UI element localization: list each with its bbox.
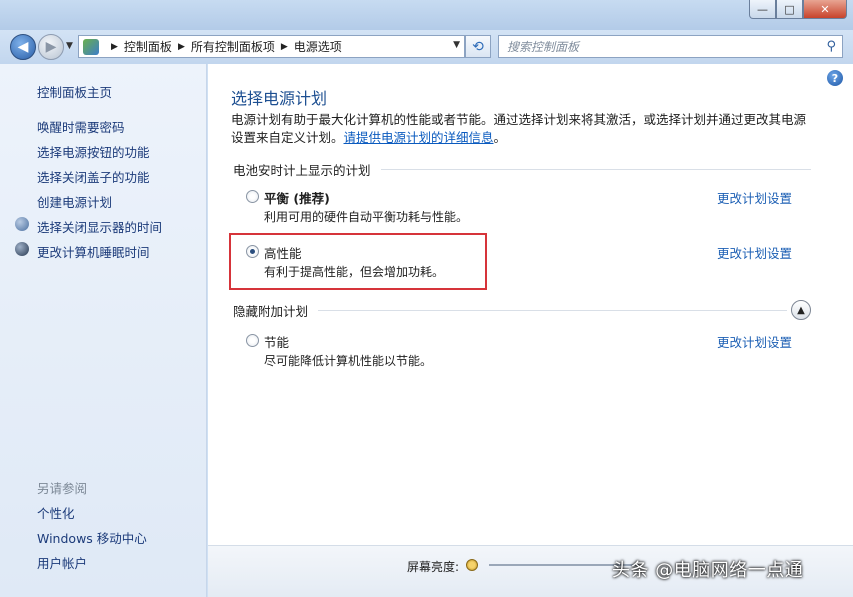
sidebar: 控制面板主页 唤醒时需要密码 选择电源按钮的功能 选择关闭盖子的功能 创建电源计… xyxy=(0,64,207,597)
watermark: 头条 @电脑网络一点通 xyxy=(612,560,804,581)
plan-description: 有利于提高性能，但会增加功耗。 xyxy=(264,265,445,279)
sidebar-item-lid-close[interactable]: 选择关闭盖子的功能 xyxy=(37,167,150,186)
help-icon[interactable]: ? xyxy=(827,70,843,86)
monitor-icon xyxy=(15,217,29,231)
minimize-button[interactable]: — xyxy=(749,0,776,19)
breadcrumb-power-options[interactable]: 电源选项 xyxy=(294,38,342,55)
main-content: ? 选择电源计划 电源计划有助于最大化计算机的性能或者节能。通过选择计划来将其激… xyxy=(208,64,853,597)
search-box[interactable]: ⚲ xyxy=(498,35,843,58)
plan-radio-balanced[interactable] xyxy=(246,190,259,203)
page-title: 选择电源计划 xyxy=(231,89,328,108)
refresh-button[interactable]: ⟲ xyxy=(465,35,491,58)
moon-icon xyxy=(15,242,29,256)
chevron-down-icon: ▼ xyxy=(66,41,73,51)
see-also-user-accounts[interactable]: 用户帐户 xyxy=(37,553,87,572)
divider xyxy=(380,168,811,170)
forward-button[interactable]: ▶ xyxy=(38,34,64,60)
window-controls: — □ ✕ xyxy=(749,0,847,19)
chevron-right-icon[interactable]: ▶ xyxy=(111,42,118,52)
collapse-button[interactable]: ▲ xyxy=(791,300,811,320)
chevron-up-icon: ▲ xyxy=(797,304,805,316)
search-icon[interactable]: ⚲ xyxy=(826,39,836,54)
brightness-low-icon xyxy=(466,559,478,571)
plan-radio-power-saver[interactable] xyxy=(246,334,259,347)
back-button[interactable]: ◀ xyxy=(10,34,36,60)
description-end: 。 xyxy=(493,130,507,145)
section-label: 隐藏附加计划 xyxy=(233,303,309,319)
description-text: 电源计划有助于最大化计算机的性能或者节能。通过选择计划来将其激活，或选择计划并通… xyxy=(231,112,807,145)
breadcrumb-control-panel[interactable]: 控制面板 xyxy=(124,38,172,55)
battery-plans-section: 电池安时计上显示的计划 xyxy=(233,162,811,178)
search-input[interactable] xyxy=(507,39,807,54)
refresh-icon: ⟲ xyxy=(472,38,484,55)
divider xyxy=(318,309,787,311)
title-bar: — □ ✕ xyxy=(0,0,853,30)
see-also-personalization[interactable]: 个性化 xyxy=(37,503,75,522)
plan-details-link[interactable]: 请提供电源计划的详细信息 xyxy=(344,130,494,145)
chevron-right-icon[interactable]: ▶ xyxy=(178,42,185,52)
sidebar-item-create-plan[interactable]: 创建电源计划 xyxy=(37,192,112,211)
sidebar-item-wake-password[interactable]: 唤醒时需要密码 xyxy=(37,117,125,136)
navigation-bar: ◀ ▶ ▼ ▶ 控制面板 ▶ 所有控制面板项 ▶ 电源选项 ▼ ⟲ ⚲ xyxy=(0,30,853,64)
breadcrumb-all-items[interactable]: 所有控制面板项 xyxy=(191,38,275,55)
see-also-mobility-center[interactable]: Windows 移动中心 xyxy=(37,528,147,547)
plan-name[interactable]: 节能 xyxy=(264,332,289,351)
breadcrumb: ▶ 控制面板 ▶ 所有控制面板项 ▶ 电源选项 xyxy=(105,38,342,55)
close-button[interactable]: ✕ xyxy=(803,0,847,19)
sidebar-item-sleep-time[interactable]: 更改计算机睡眠时间 xyxy=(37,242,150,261)
maximize-button[interactable]: □ xyxy=(776,0,803,19)
chevron-right-icon[interactable]: ▶ xyxy=(281,42,288,52)
plan-name[interactable]: 高性能 xyxy=(264,243,302,262)
change-plan-settings-link[interactable]: 更改计划设置 xyxy=(717,188,792,207)
section-label: 电池安时计上显示的计划 xyxy=(233,162,371,178)
plan-radio-high-performance[interactable] xyxy=(246,245,259,258)
plan-description: 尽可能降低计算机性能以节能。 xyxy=(264,354,433,368)
page-description: 电源计划有助于最大化计算机的性能或者节能。通过选择计划来将其激活，或选择计划并通… xyxy=(231,111,816,147)
sidebar-home-link[interactable]: 控制面板主页 xyxy=(37,82,112,101)
control-panel-icon xyxy=(83,38,99,55)
hidden-plans-section: 隐藏附加计划 ▲ xyxy=(233,300,811,320)
sidebar-item-power-button[interactable]: 选择电源按钮的功能 xyxy=(37,142,150,161)
address-bar[interactable]: ▶ 控制面板 ▶ 所有控制面板项 ▶ 电源选项 ▼ xyxy=(78,35,465,58)
address-dropdown-icon[interactable]: ▼ xyxy=(453,40,460,50)
arrow-left-icon: ◀ xyxy=(17,39,29,55)
plan-description: 利用可用的硬件自动平衡功耗与性能。 xyxy=(264,210,469,224)
plan-name[interactable]: 平衡 (推荐) xyxy=(264,188,330,207)
recent-pages-dropdown[interactable]: ▼ xyxy=(66,41,73,51)
change-plan-settings-link[interactable]: 更改计划设置 xyxy=(717,332,792,351)
arrow-right-icon: ▶ xyxy=(45,39,57,55)
sidebar-item-display-off[interactable]: 选择关闭显示器的时间 xyxy=(37,217,162,236)
see-also-heading: 另请参阅 xyxy=(37,481,88,496)
brightness-label: 屏幕亮度: xyxy=(407,560,460,574)
change-plan-settings-link[interactable]: 更改计划设置 xyxy=(717,243,792,262)
